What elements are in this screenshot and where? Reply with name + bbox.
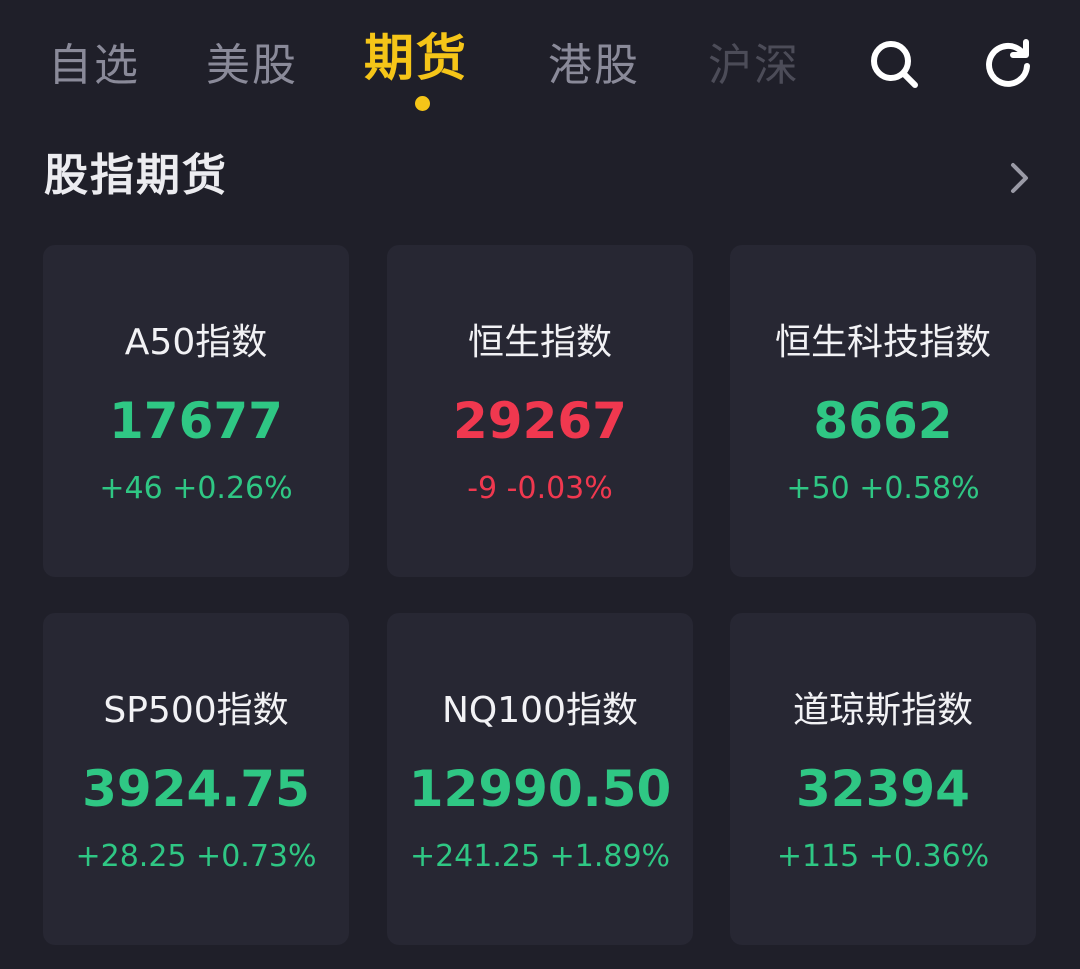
card-change: +50 +0.58% — [786, 471, 980, 506]
card-name: SP500指数 — [103, 690, 289, 731]
card-change: +46 +0.26% — [99, 471, 293, 506]
futures-card-sp500[interactable]: SP500指数 3924.75 +28.25 +0.73% — [43, 613, 349, 945]
section-title: 股指期货 — [44, 150, 228, 201]
card-price: 3924.75 — [82, 760, 310, 818]
search-icon[interactable] — [866, 36, 922, 92]
chevron-right-icon[interactable] — [1000, 158, 1040, 198]
card-price: 12990.50 — [408, 760, 672, 818]
futures-card-hang-seng[interactable]: 恒生指数 29267 -9 -0.03% — [387, 245, 693, 577]
futures-screen: 自选 美股 期货 港股 沪深 股指期货 A50指数 17677 +46 +0.2… — [0, 0, 1080, 969]
futures-card-nq100[interactable]: NQ100指数 12990.50 +241.25 +1.89% — [387, 613, 693, 945]
top-tab-bar: 自选 美股 期货 港股 沪深 — [0, 0, 1080, 120]
card-name: 恒生指数 — [467, 322, 612, 363]
card-name: 恒生科技指数 — [774, 322, 991, 363]
card-change: +241.25 +1.89% — [409, 839, 671, 874]
tab-a-shares[interactable]: 沪深 — [708, 38, 800, 94]
tab-hk-stocks[interactable]: 港股 — [548, 38, 640, 94]
futures-card-dow-jones[interactable]: 道琼斯指数 32394 +115 +0.36% — [730, 613, 1036, 945]
card-change: +115 +0.36% — [776, 839, 990, 874]
card-price: 32394 — [796, 760, 970, 818]
card-change: -9 -0.03% — [467, 471, 613, 506]
futures-card-a50[interactable]: A50指数 17677 +46 +0.26% — [43, 245, 349, 577]
futures-card-hang-seng-tech[interactable]: 恒生科技指数 8662 +50 +0.58% — [730, 245, 1036, 577]
card-name: NQ100指数 — [442, 690, 638, 731]
card-name: A50指数 — [124, 322, 268, 363]
active-tab-indicator — [415, 96, 430, 111]
tab-us-stocks[interactable]: 美股 — [206, 38, 298, 94]
card-change: +28.25 +0.73% — [75, 839, 317, 874]
tab-watchlist[interactable]: 自选 — [48, 38, 140, 94]
tab-futures[interactable]: 期货 — [364, 30, 468, 86]
card-price: 8662 — [813, 392, 953, 450]
refresh-icon[interactable] — [980, 36, 1036, 92]
card-price: 29267 — [453, 392, 627, 450]
card-name: 道琼斯指数 — [792, 690, 973, 731]
card-price: 17677 — [109, 392, 283, 450]
